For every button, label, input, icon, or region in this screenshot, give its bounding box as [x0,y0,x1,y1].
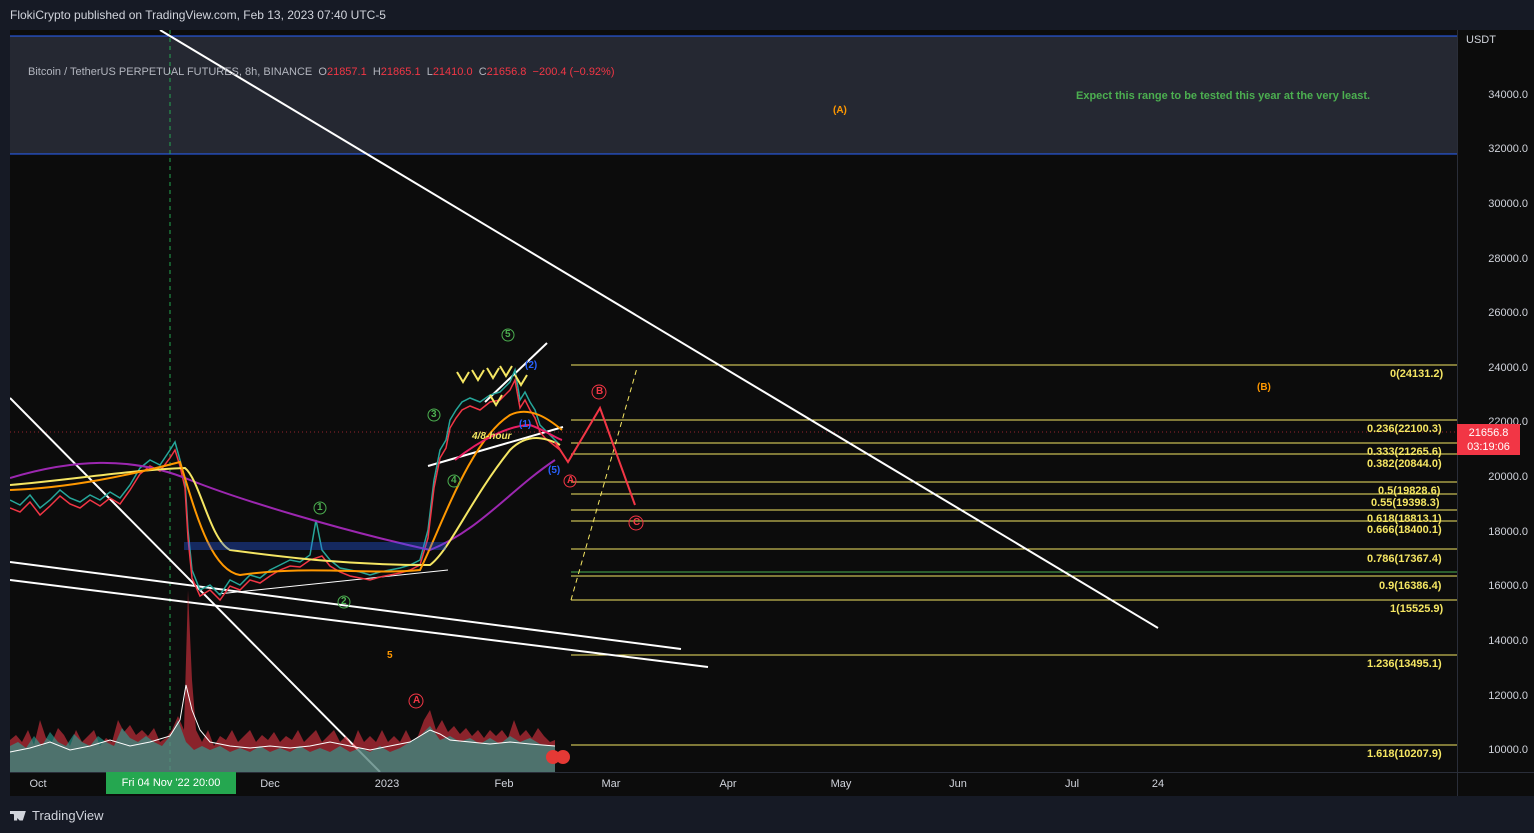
corr-label-a-low: A [413,695,421,706]
publish-header: FlokiCrypto published on TradingView.com… [0,0,1534,30]
fib-label: 1(15525.9) [1390,603,1444,615]
sub-label-2: (2) [525,360,538,371]
wave-label-a-top: (A) [833,105,847,116]
price-tick: 10000.0 [1488,744,1528,756]
fib-label: 0.5(19828.6) [1378,485,1441,497]
low-value: 21410.0 [432,66,473,78]
price-tick: 20000.0 [1488,471,1528,483]
fib-label: 1.618(10207.9) [1367,748,1442,760]
time-tick: Dec [260,778,280,790]
price-tick: 12000.0 [1488,690,1528,702]
time-tick: 2023 [374,778,400,790]
fib-label: 1.236(13495.1) [1367,658,1442,670]
time-tick: May [830,778,852,790]
price-tick: 32000.0 [1488,143,1528,155]
time-tick: Jun [949,778,967,790]
wave-label-5-orange: 5 [387,650,393,661]
price-tick: 18000.0 [1488,526,1528,538]
price-candles [10,367,561,602]
fib-label: 0(24131.2) [1390,368,1444,380]
chart-drawing [10,30,1457,772]
wave-label-1: 1 [317,502,323,513]
fib-label: 0.236(22100.3) [1367,423,1442,435]
fib-label: 0.9(16386.4) [1379,580,1442,592]
wave-label-4: 4 [451,475,457,486]
fib-label: 0.382(20844.0) [1367,458,1442,470]
price-tick: 26000.0 [1488,307,1528,319]
crosshair-time-label: Fri 04 Nov '22 20:00 [106,772,236,794]
high-value: 21865.1 [380,66,421,78]
wave-label-b-right: (B) [1257,382,1271,393]
tradingview-logo[interactable]: TradingView [10,808,104,823]
change-value: −200.4 (−0.92%) [532,66,615,78]
close-value: 21656.8 [486,66,527,78]
fib-label: 0.786(17367.4) [1367,553,1442,565]
sub-label-5: (5) [548,465,561,476]
time-tick: Jul [1064,778,1080,790]
brand-name: TradingView [32,808,104,823]
publish-line: FlokiCrypto published on TradingView.com… [10,8,386,22]
time-tick: Oct [29,778,47,790]
time-tick: 24 [1151,778,1165,790]
corr-label-c: C [633,517,641,528]
footer [0,796,1534,833]
wave-label-5: 5 [505,329,511,340]
volume-bars [10,590,556,772]
sub-label-1: (1) [519,419,532,430]
price-tick: 14000.0 [1488,635,1528,647]
fib-label: 0.666(18400.1) [1367,524,1442,536]
time-tick: Apr [719,778,737,790]
price-tick: 30000.0 [1488,198,1528,210]
chart-pane[interactable]: Bitcoin / TetherUS PERPETUAL FUTURES, 8h… [10,30,1457,772]
wave-label-2: 2 [341,596,347,607]
bar-countdown: 03:19:06 [1467,441,1510,453]
time-tick: Feb [494,778,514,790]
symbol-legend: Bitcoin / TetherUS PERPETUAL FUTURES, 8h… [28,66,615,78]
corr-label-b: B [596,386,604,397]
price-unit: USDT [1466,34,1496,46]
current-price-tag: 21656.8 03:19:06 [1457,424,1520,455]
open-value: 21857.1 [326,66,367,78]
fib-label: 0.333(21265.6) [1367,446,1442,458]
fib-lines [571,364,1457,746]
axis-corner [1457,772,1534,797]
price-tick: 24000.0 [1488,362,1528,374]
timeframe-label: 4/8-hour [472,431,512,442]
price-tick: 34000.0 [1488,89,1528,101]
current-price: 21656.8 [1468,427,1509,439]
corr-label-a: A [567,475,575,486]
symbol-name: Bitcoin / TetherUS PERPETUAL FUTURES, 8h… [28,66,313,78]
tradingview-icon [10,810,26,821]
time-tick: Mar [601,778,621,790]
price-tick: 28000.0 [1488,253,1528,265]
price-axis[interactable] [1457,30,1534,772]
wave-label-3: 3 [431,409,437,420]
fib-label: 0.55(19398.3) [1371,497,1440,509]
range-note: Expect this range to be tested this year… [1076,90,1371,102]
price-tick: 16000.0 [1488,580,1528,592]
